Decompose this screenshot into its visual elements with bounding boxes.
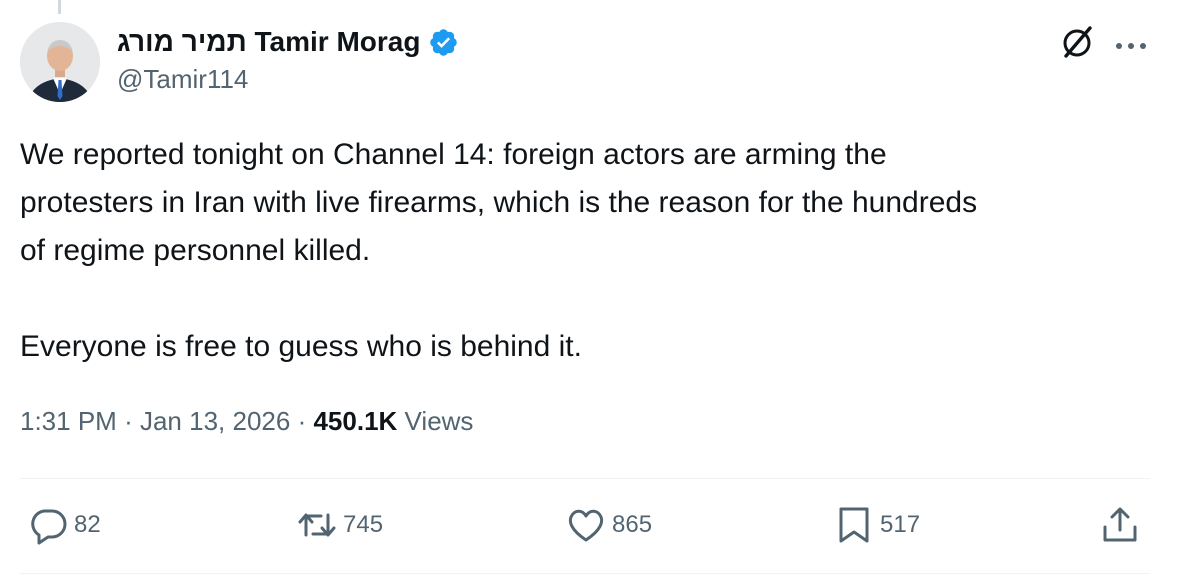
views-count[interactable]: 450.1K [313, 406, 397, 436]
tweet-text-paragraph-2: Everyone is free to guess who is behind … [20, 330, 582, 363]
avatar-photo [20, 22, 100, 102]
meta-separator: · [297, 406, 307, 436]
share-button[interactable] [1100, 505, 1140, 545]
verified-badge-icon[interactable] [428, 27, 459, 58]
like-button[interactable]: 865 [566, 505, 652, 545]
author-display-name[interactable]: תמיר מורג Tamir Morag [117, 26, 420, 58]
reply-icon [31, 509, 67, 545]
tweet-time[interactable]: 1:31 PM [20, 406, 117, 436]
grok-icon[interactable] [1057, 22, 1097, 62]
tweet-date[interactable]: Jan 13, 2026 [140, 406, 290, 436]
avatar[interactable] [20, 22, 100, 102]
meta-separator: · [124, 406, 133, 436]
views-label: Views [404, 406, 474, 436]
author-handle[interactable]: @Tamir114 [117, 64, 248, 95]
tweet-text-line-2: protesters in Iran with live firearms, w… [20, 186, 978, 219]
bookmark-icon [839, 507, 869, 543]
thread-connector-line [58, 0, 61, 14]
divider-top [20, 478, 1150, 479]
tweet-text-line-3: of regime personnel killed. [20, 234, 371, 267]
share-icon [1103, 507, 1137, 542]
more-icon[interactable] [1114, 38, 1148, 49]
like-icon [568, 509, 604, 542]
divider-bottom [20, 573, 1150, 574]
like-count: 865 [612, 511, 653, 538]
author-name-row[interactable]: תמיר מורג Tamir Morag [117, 26, 459, 58]
tweet-text-line-1: We reported tonight on Channel 14: forei… [20, 138, 887, 171]
reply-count: 82 [74, 511, 101, 538]
tweet-meta: 1:31 PM · Jan 13, 2026 · 450.1K Views [20, 406, 473, 437]
bookmark-button[interactable]: 517 [834, 505, 920, 545]
repost-button[interactable]: 745 [297, 505, 383, 545]
repost-count: 745 [343, 511, 384, 538]
bookmark-count: 517 [880, 511, 921, 538]
reply-button[interactable]: 82 [28, 505, 101, 545]
repost-icon [298, 513, 336, 537]
tweet-text: We reported tonight on Channel 14: forei… [20, 131, 1170, 371]
